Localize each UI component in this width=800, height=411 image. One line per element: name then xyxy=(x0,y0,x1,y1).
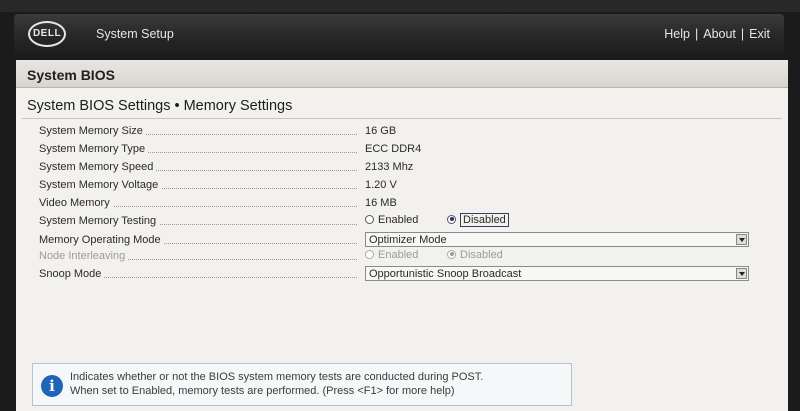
setting-value: 16 MB xyxy=(365,197,397,209)
link-separator: | xyxy=(740,27,745,41)
section-header: System BIOS xyxy=(16,60,788,88)
setting-label: System Memory Size xyxy=(39,125,357,139)
radio-disabled: Disabled xyxy=(447,249,503,265)
radio-button-selected-icon xyxy=(447,214,456,224)
exit-link[interactable]: Exit xyxy=(749,27,770,41)
monitor-bezel xyxy=(0,0,800,12)
main-panel: System BIOS System BIOS Settings • Memor… xyxy=(16,60,788,411)
setting-value: ECC DDR4 xyxy=(365,143,422,155)
snoop-mode-select[interactable]: Opportunistic Snoop Broadcast xyxy=(365,266,749,281)
setting-row-memory-type: System Memory Type ECC DDR4 xyxy=(16,141,788,159)
setting-label: Snoop Mode xyxy=(39,268,357,282)
setting-row-video-memory: Video Memory 16 MB xyxy=(16,195,788,213)
setting-row-snoop-mode: Snoop Mode Opportunistic Snoop Broadcast xyxy=(16,266,788,284)
setting-row-memory-speed: System Memory Speed 2133 Mhz xyxy=(16,159,788,177)
setting-value: 2133 Mhz xyxy=(365,161,414,173)
info-icon: i xyxy=(41,375,63,397)
radio-enabled[interactable]: Enabled xyxy=(365,214,418,230)
dropdown-arrow-icon xyxy=(736,234,747,245)
setting-row-memory-voltage: System Memory Voltage 1.20 V xyxy=(16,177,788,195)
setting-value: 1.20 V xyxy=(365,179,397,191)
page-title: System BIOS Settings • Memory Settings xyxy=(27,98,293,114)
setting-row-node-interleaving: Node Interleaving Enabled Disabled xyxy=(16,248,788,266)
setting-label: System Memory Type xyxy=(39,143,357,157)
setting-label: System Memory Speed xyxy=(39,161,357,175)
title-bar: DELL System Setup Help | About | Exit xyxy=(14,14,784,54)
radio-button-selected-icon xyxy=(447,249,456,259)
memory-operating-mode-select[interactable]: Optimizer Mode xyxy=(365,232,749,247)
setting-row-memory-testing: System Memory Testing Enabled Disabled xyxy=(16,213,788,231)
setting-label: Node Interleaving xyxy=(39,250,357,264)
setting-label: System Memory Testing xyxy=(39,215,357,229)
help-line-1: Indicates whether or not the BIOS system… xyxy=(70,371,484,383)
radio-button-icon xyxy=(365,214,374,224)
dropdown-arrow-icon xyxy=(736,268,747,279)
help-text: Indicates whether or not the BIOS system… xyxy=(70,370,565,398)
radio-button-icon xyxy=(365,249,374,259)
divider xyxy=(22,118,782,119)
setting-row-memory-size: System Memory Size 16 GB xyxy=(16,123,788,141)
section-title: System BIOS xyxy=(27,67,115,83)
help-link[interactable]: Help xyxy=(664,27,690,41)
app-title: System Setup xyxy=(96,27,174,41)
setting-label: System Memory Voltage xyxy=(39,179,357,193)
help-line-2: When set to Enabled, memory tests are pe… xyxy=(70,385,455,397)
setting-value: 16 GB xyxy=(365,125,397,137)
top-links: Help | About | Exit xyxy=(664,27,770,41)
radio-enabled: Enabled xyxy=(365,249,418,265)
link-separator: | xyxy=(694,27,699,41)
help-box: i Indicates whether or not the BIOS syst… xyxy=(32,363,572,406)
radio-disabled[interactable]: Disabled xyxy=(447,213,509,230)
setting-label: Memory Operating Mode xyxy=(39,234,357,248)
setting-label: Video Memory xyxy=(39,197,357,211)
about-link[interactable]: About xyxy=(703,27,736,41)
dell-logo: DELL xyxy=(28,21,66,47)
